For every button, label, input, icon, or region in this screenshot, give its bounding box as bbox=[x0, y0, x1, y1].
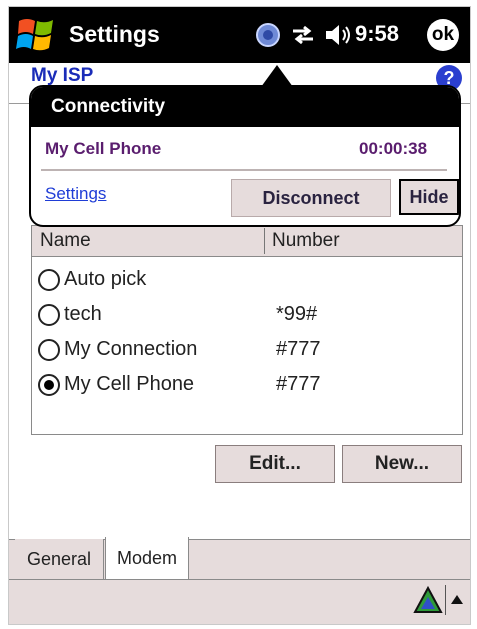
divider bbox=[41, 169, 447, 171]
column-divider[interactable] bbox=[264, 228, 265, 254]
row-name: tech bbox=[64, 303, 102, 325]
title-bar: Settings 9:58 ok bbox=[9, 7, 470, 63]
window-title[interactable]: Settings bbox=[69, 21, 160, 48]
row-name: Auto pick bbox=[64, 268, 147, 290]
list-row-selected[interactable]: My Cell Phone #777 bbox=[32, 369, 462, 403]
connection-duration: 00:00:38 bbox=[359, 139, 428, 158]
connectivity-popup: Connectivity My Cell Phone 00:00:38 Sett… bbox=[29, 85, 461, 227]
popup-header: Connectivity bbox=[31, 87, 459, 127]
list-header: Name Number bbox=[32, 226, 462, 257]
clock-time[interactable]: 9:58 bbox=[355, 21, 399, 47]
popup-title: Connectivity bbox=[51, 96, 166, 117]
menu-bar bbox=[9, 579, 470, 624]
ok-button[interactable]: ok bbox=[427, 19, 459, 51]
page-title: My ISP bbox=[31, 65, 94, 86]
column-header-name[interactable]: Name bbox=[40, 230, 91, 252]
edit-button[interactable]: Edit... bbox=[215, 445, 335, 483]
menu-divider bbox=[445, 585, 446, 615]
tab-modem[interactable]: Modem bbox=[105, 537, 189, 579]
settings-link[interactable]: Settings bbox=[45, 184, 106, 204]
radio-button-selected[interactable] bbox=[38, 374, 60, 396]
connection-list: Name Number Auto pick tech *99# My Conne… bbox=[31, 225, 463, 435]
device-screen: Settings 9:58 ok My ISP ? Name Number Au… bbox=[8, 6, 471, 625]
speaker-icon[interactable] bbox=[323, 21, 353, 49]
row-number: *99# bbox=[276, 303, 318, 325]
bubble-pointer bbox=[261, 65, 293, 87]
list-row[interactable]: Auto pick bbox=[32, 264, 462, 298]
radio-button[interactable] bbox=[38, 339, 60, 361]
tab-general[interactable]: General bbox=[15, 539, 104, 579]
new-button[interactable]: New... bbox=[342, 445, 462, 483]
connectivity-icon[interactable] bbox=[255, 22, 281, 48]
hide-button[interactable]: Hide bbox=[399, 179, 459, 215]
row-name: My Cell Phone bbox=[64, 373, 195, 395]
row-number: #777 bbox=[276, 373, 321, 395]
connection-name: My Cell Phone bbox=[45, 139, 162, 158]
list-row[interactable]: My Connection #777 bbox=[32, 334, 462, 368]
column-header-number[interactable]: Number bbox=[272, 230, 340, 252]
row-name: My Connection bbox=[64, 338, 198, 360]
caret-up-icon[interactable] bbox=[449, 593, 465, 607]
list-row[interactable]: tech *99# bbox=[32, 299, 462, 333]
row-number: #777 bbox=[276, 338, 321, 360]
radio-button[interactable] bbox=[38, 304, 60, 326]
windows-start-icon[interactable] bbox=[15, 15, 61, 55]
disconnect-button[interactable]: Disconnect bbox=[231, 179, 391, 217]
sync-arrows-icon[interactable] bbox=[290, 23, 316, 47]
input-panel-icon[interactable] bbox=[413, 585, 443, 615]
radio-button[interactable] bbox=[38, 269, 60, 291]
